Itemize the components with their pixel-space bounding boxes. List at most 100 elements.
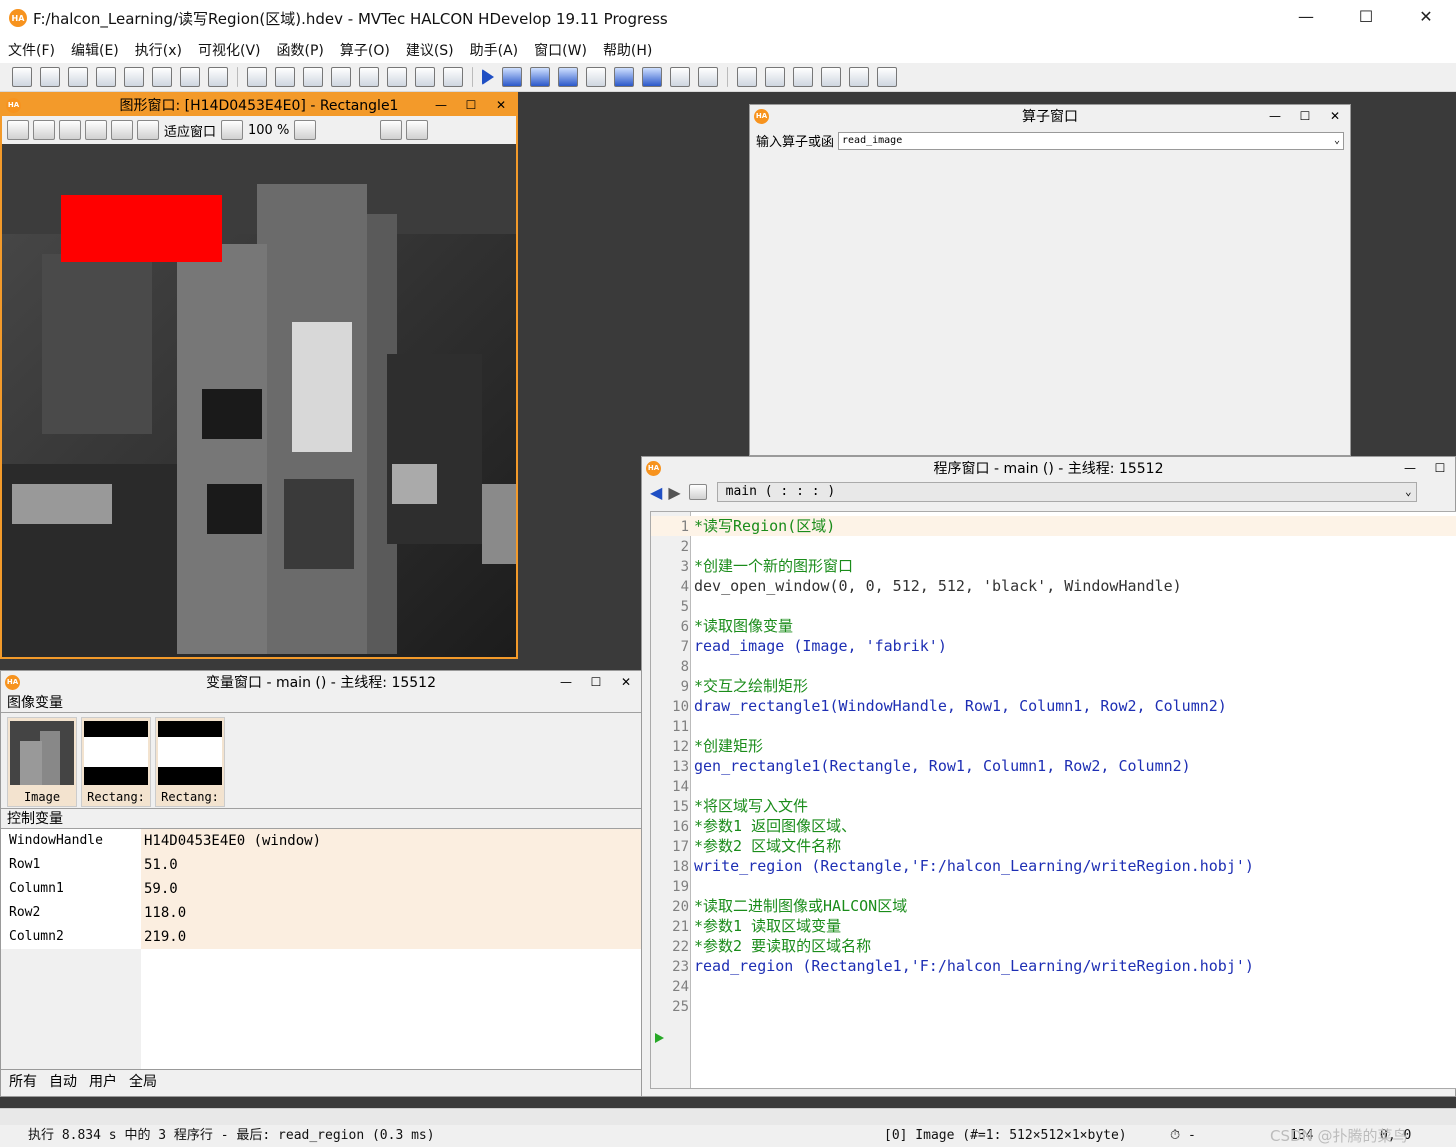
program-line[interactable]: 21 *参数1 读取区域变量 [651, 916, 1456, 936]
tab-global[interactable]: 全局 [129, 1071, 157, 1091]
redo-icon[interactable] [359, 67, 379, 87]
maximize-button[interactable]: ☐ [1336, 0, 1396, 36]
program-line[interactable]: 3 *创建一个新的图形窗口 [651, 556, 1456, 576]
menu-edit[interactable]: 编辑(E) [63, 40, 127, 60]
program-line[interactable]: 10 draw_rectangle1(WindowHandle, Row1, Co… [651, 696, 1456, 716]
operator-minimize-button[interactable]: — [1260, 105, 1290, 127]
program-line[interactable]: 25 [651, 996, 1456, 1016]
uncomment-icon[interactable] [415, 67, 435, 87]
program-line[interactable]: 13 gen_rectangle1(Rectangle, Row1, Column… [651, 756, 1456, 776]
zoom-icon[interactable] [111, 120, 133, 140]
copy-icon[interactable] [275, 67, 295, 87]
program-line[interactable]: 1 *读写Region(区域) [651, 516, 1456, 536]
program-line[interactable]: 12 *创建矩形 [651, 736, 1456, 756]
run-icon[interactable] [482, 69, 494, 85]
drawn-rectangle-region[interactable] [61, 195, 222, 263]
color-settings-icon[interactable] [294, 120, 317, 140]
rectangle-variable-thumb[interactable]: Rectang: [81, 717, 151, 807]
open-file-icon[interactable] [40, 67, 60, 87]
operator-maximize-button[interactable]: ☐ [1290, 105, 1320, 127]
program-line[interactable]: 2 [651, 536, 1456, 556]
zoom-level-icon[interactable] [221, 120, 244, 140]
control-variable-row[interactable]: Column1 59.0 [1, 877, 641, 901]
program-line[interactable]: 4 dev_open_window(0, 0, 512, 512, 'black'… [651, 576, 1456, 596]
operator-input[interactable]: read_image ⌄ [838, 131, 1344, 150]
undo-icon[interactable] [331, 67, 351, 87]
comment-icon[interactable] [387, 67, 407, 87]
minimize-button[interactable]: — [1276, 0, 1336, 36]
program-line[interactable]: 7 read_image (Image, 'fabrik') [651, 636, 1456, 656]
paste-icon[interactable] [303, 67, 323, 87]
back-arrow-icon[interactable]: ◀ [650, 483, 662, 502]
program-line[interactable]: 16 *参数1 返回图像区域、 [651, 816, 1456, 836]
program-line[interactable]: 8 [651, 656, 1456, 676]
stop-icon[interactable] [586, 67, 606, 87]
graphics-maximize-button[interactable]: ☐ [456, 94, 486, 116]
browse-examples-icon[interactable] [68, 67, 88, 87]
forward-arrow-icon[interactable]: ▶ [668, 483, 680, 502]
control-variable-row[interactable]: WindowHandle H14D0453E4E0 (window) [1, 829, 641, 853]
program-line[interactable]: 15 *将区域写入文件 [651, 796, 1456, 816]
program-line[interactable]: 14 [651, 776, 1456, 796]
new-file-icon[interactable] [12, 67, 32, 87]
step-into-icon[interactable] [530, 67, 550, 87]
menu-procedures[interactable]: 函数(P) [269, 40, 332, 60]
step-out-icon[interactable] [558, 67, 578, 87]
program-minimize-button[interactable]: — [1395, 457, 1425, 479]
feature-histogram-icon[interactable] [793, 67, 813, 87]
image-variable-thumb[interactable]: Image [7, 717, 77, 807]
fit-window-dropdown[interactable]: 适应窗口 [164, 121, 216, 140]
program-line[interactable]: 11 [651, 716, 1456, 736]
program-line[interactable]: 23 read_region (Rectangle1,'F:/halcon_Lea… [651, 956, 1456, 976]
menu-assistants[interactable]: 助手(A) [462, 40, 527, 60]
program-editor[interactable]: 1 *读写Region(区域) 2 3 *创建一个新的图形窗口 4 dev_open_… [650, 511, 1456, 1089]
magnifier-icon[interactable] [85, 120, 107, 140]
import-icon[interactable] [180, 67, 200, 87]
control-variable-row[interactable]: Column2 219.0 [1, 925, 641, 949]
pointer-icon[interactable] [33, 120, 55, 140]
feature-inspection-icon[interactable] [821, 67, 841, 87]
zoom-window-icon[interactable] [737, 67, 757, 87]
ocr-assistant-icon[interactable] [877, 67, 897, 87]
image-canvas[interactable] [2, 144, 516, 657]
tab-auto[interactable]: 自动 [49, 1071, 77, 1091]
edit-icon[interactable] [7, 120, 29, 140]
reset-program-icon[interactable] [614, 67, 634, 87]
find-icon[interactable] [443, 67, 463, 87]
profiler-icon[interactable] [670, 67, 690, 87]
program-line[interactable]: 19 [651, 876, 1456, 896]
close-button[interactable]: ✕ [1396, 0, 1456, 36]
variable-maximize-button[interactable]: ☐ [581, 671, 611, 693]
program-line[interactable]: 5 [651, 596, 1456, 616]
zoom-level-dropdown[interactable]: 100 % [248, 123, 289, 138]
cut-icon[interactable] [247, 67, 267, 87]
print-icon[interactable] [208, 67, 228, 87]
menu-visualize[interactable]: 可视化(V) [190, 40, 269, 60]
gray-histogram-icon[interactable] [765, 67, 785, 87]
reset-free-icon[interactable] [642, 67, 662, 87]
menu-help[interactable]: 帮助(H) [595, 40, 660, 60]
save-all-icon[interactable] [124, 67, 144, 87]
program-line[interactable]: 6 *读取图像变量 [651, 616, 1456, 636]
program-line[interactable]: 9 *交互之绘制矩形 [651, 676, 1456, 696]
horizontal-scrollbar[interactable] [0, 1108, 1456, 1125]
menu-execute[interactable]: 执行(x) [127, 40, 190, 60]
menu-suggestions[interactable]: 建议(S) [398, 40, 462, 60]
program-maximize-button[interactable]: ☐ [1425, 457, 1455, 479]
variable-close-button[interactable]: ✕ [611, 671, 641, 693]
chevron-down-icon[interactable]: ⌄ [1334, 133, 1340, 149]
fit-window-icon[interactable] [137, 120, 159, 140]
timer-icon[interactable] [698, 67, 718, 87]
program-line[interactable]: 24 [651, 976, 1456, 996]
graphics-minimize-button[interactable]: — [426, 94, 456, 116]
control-variable-row[interactable]: Row1 51.0 [1, 853, 641, 877]
menu-operators[interactable]: 算子(O) [332, 40, 398, 60]
program-line[interactable]: 17 *参数2 区域文件名称 [651, 836, 1456, 856]
step-over-icon[interactable] [502, 67, 522, 87]
control-variable-row[interactable]: Row2 118.0 [1, 901, 641, 925]
save-icon[interactable] [96, 67, 116, 87]
operator-close-button[interactable]: ✕ [1320, 105, 1350, 127]
menu-file[interactable]: 文件(F) [0, 40, 63, 60]
tab-all[interactable]: 所有 [9, 1071, 37, 1091]
coordinate-icon[interactable] [380, 120, 403, 140]
